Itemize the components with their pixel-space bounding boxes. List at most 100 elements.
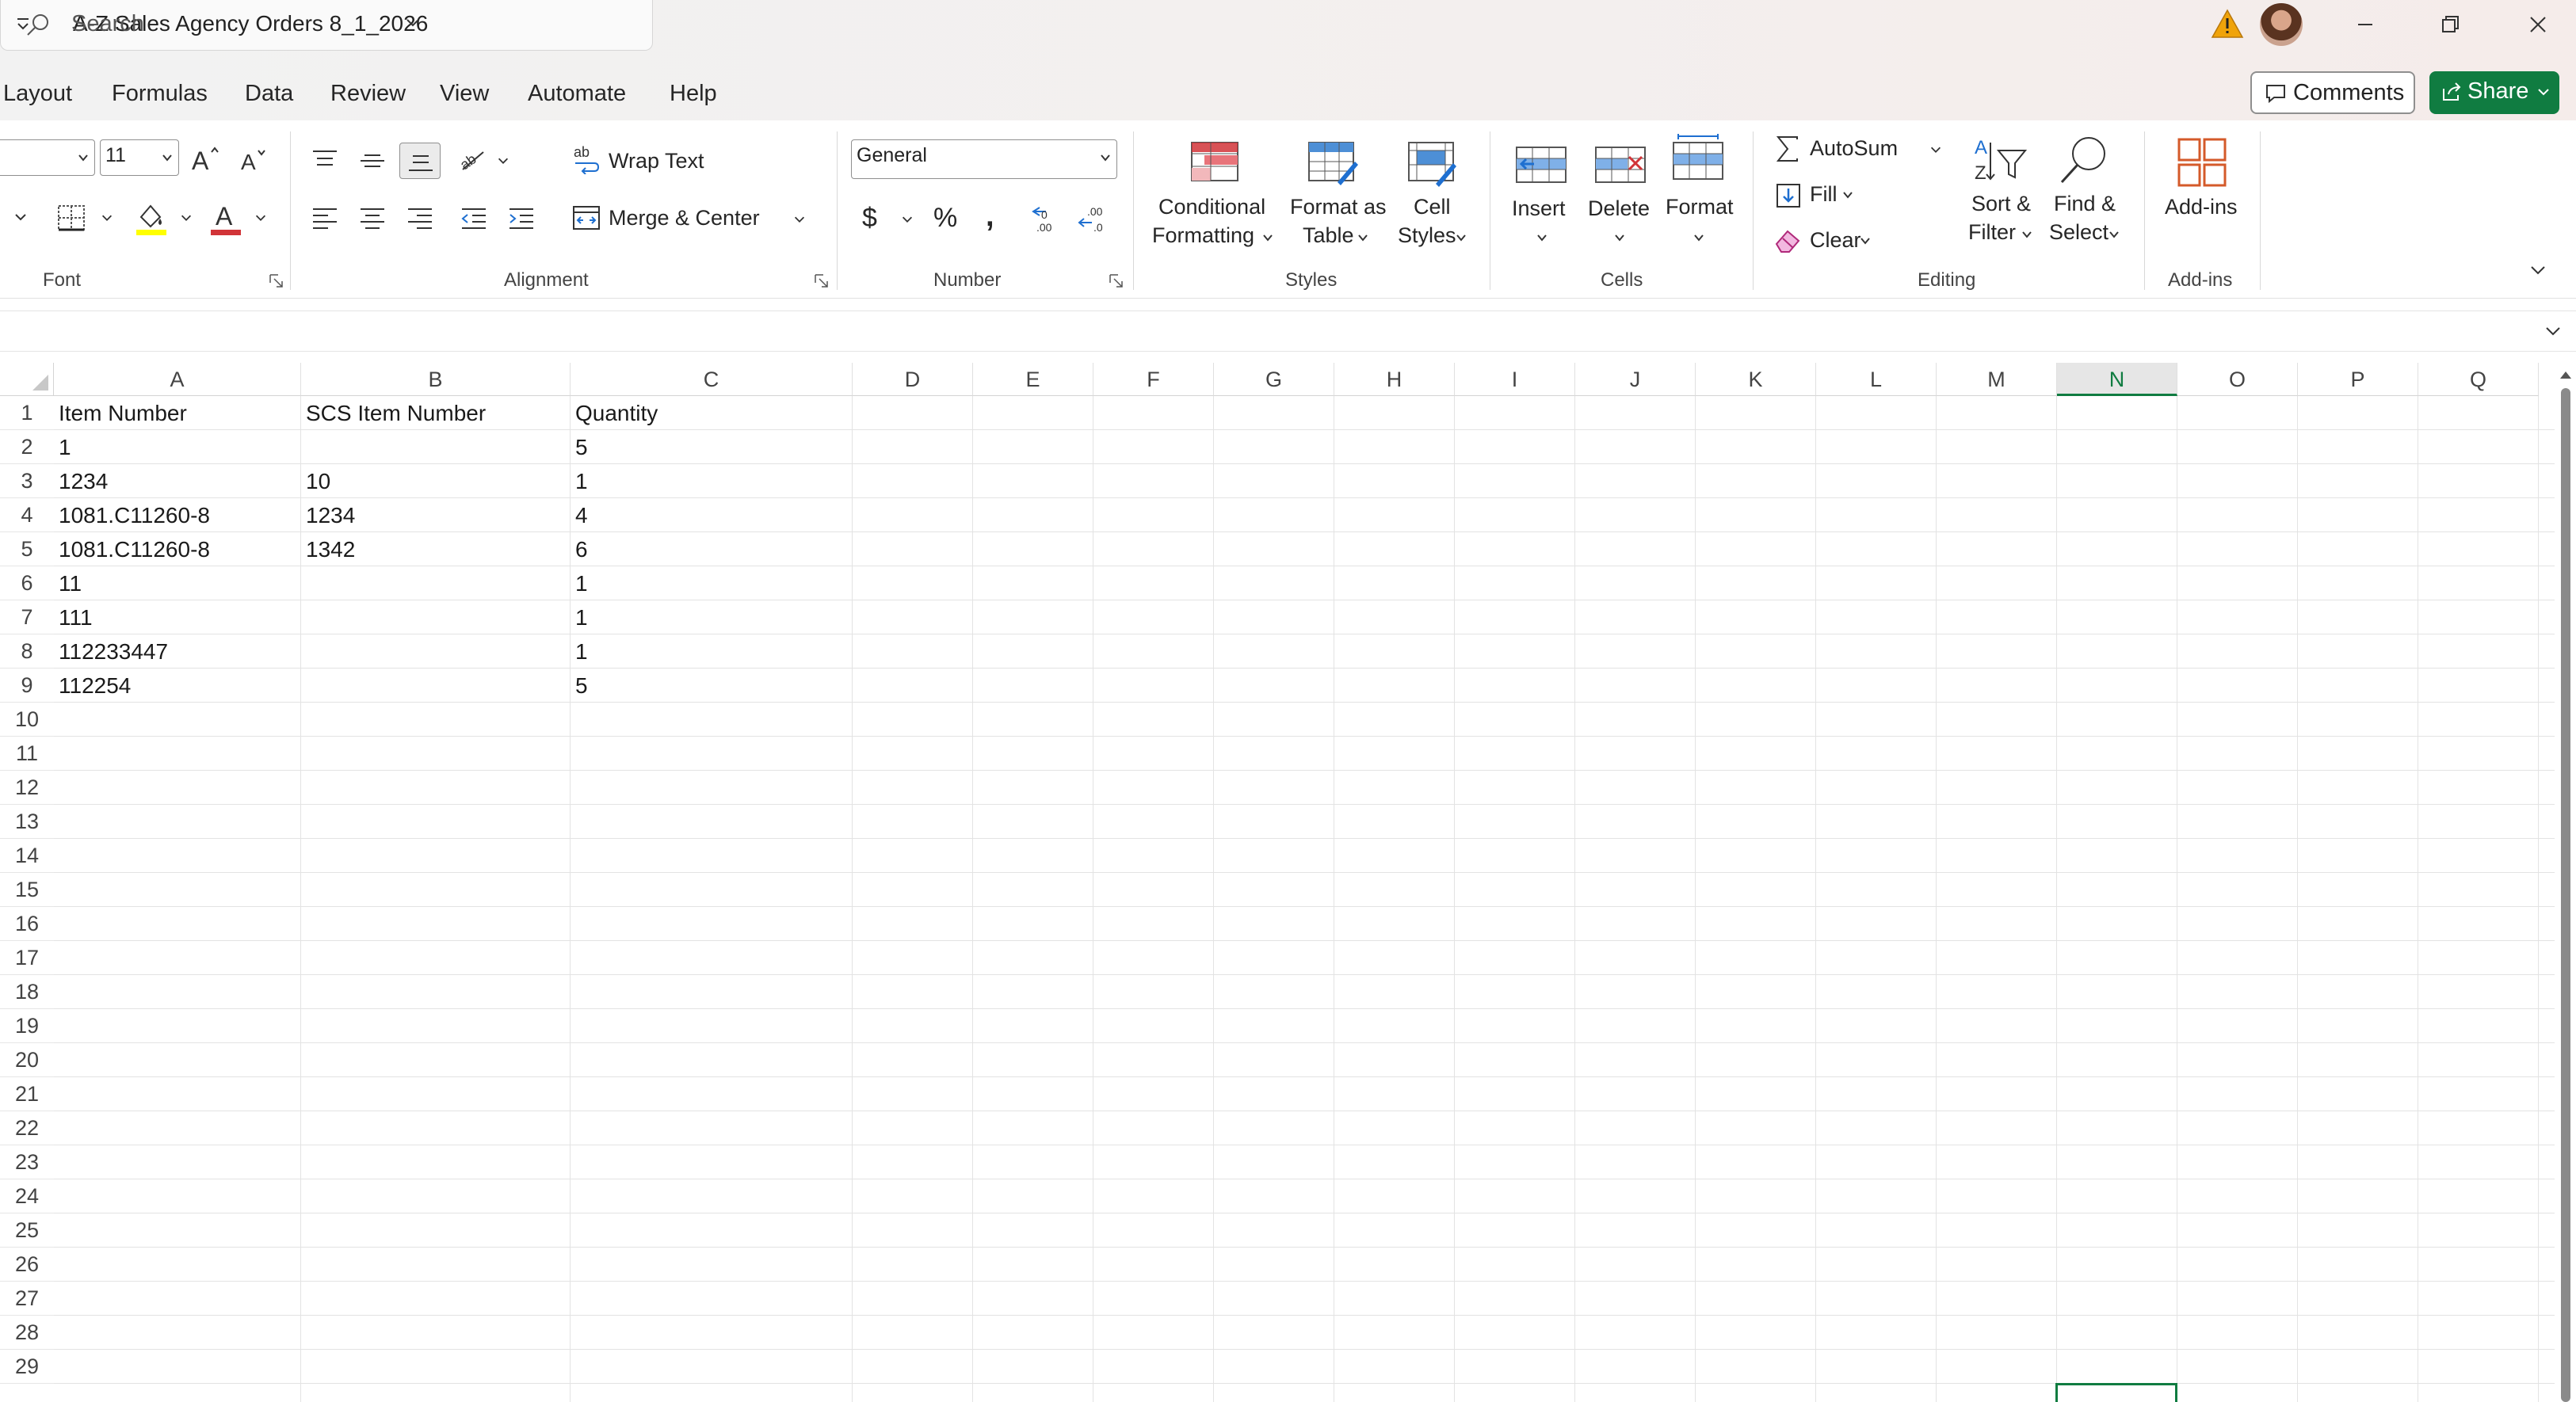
accounting-format-icon[interactable]: $ <box>862 203 877 234</box>
row-header[interactable]: 18 <box>0 975 54 1009</box>
column-header-j[interactable]: J <box>1575 363 1696 396</box>
increase-decimal-icon[interactable]: 0 .00 <box>1030 203 1065 233</box>
scrollbar-thumb[interactable] <box>2561 388 2570 1402</box>
row-header[interactable]: 16 <box>0 907 54 941</box>
cell-a6[interactable]: 11 <box>54 566 300 600</box>
percent-style-icon[interactable]: % <box>933 203 957 234</box>
font-size-dropdown[interactable]: 11 <box>100 139 179 176</box>
row-header[interactable]: 15 <box>0 873 54 907</box>
column-header-o[interactable]: O <box>2177 363 2298 396</box>
chevron-down-icon[interactable] <box>403 13 423 33</box>
row-header[interactable]: 23 <box>0 1145 54 1179</box>
column-header-m[interactable]: M <box>1937 363 2057 396</box>
cell-a8[interactable]: 112233447 <box>54 634 300 669</box>
cell-a9[interactable]: 112254 <box>54 669 300 703</box>
chevron-down-icon[interactable] <box>1929 143 1943 157</box>
align-right-icon[interactable] <box>406 206 434 230</box>
dialog-launcher-icon[interactable] <box>813 272 830 290</box>
column-header-i[interactable]: I <box>1455 363 1575 396</box>
cell-c1[interactable]: Quantity <box>571 396 851 430</box>
chevron-down-icon[interactable] <box>254 211 268 225</box>
cell-a7[interactable]: 111 <box>54 600 300 634</box>
decrease-font-size-icon[interactable]: A <box>239 147 268 173</box>
font-name-dropdown[interactable] <box>0 139 95 176</box>
format-button[interactable]: Format <box>1661 131 1738 255</box>
align-center-icon[interactable] <box>358 206 387 230</box>
cell-a5[interactable]: 1081.C11260-8 <box>54 532 300 566</box>
merge-center-label[interactable]: Merge & Center <box>609 206 760 230</box>
column-header-a[interactable]: A <box>54 363 301 396</box>
select-all-corner[interactable] <box>0 363 54 396</box>
delete-button[interactable]: Delete <box>1583 136 1656 255</box>
row-header[interactable]: 26 <box>0 1248 54 1282</box>
column-header-d[interactable]: D <box>853 363 973 396</box>
cell-c3[interactable]: 1 <box>571 464 851 498</box>
chevron-down-icon[interactable] <box>1859 234 1872 247</box>
minimize-icon[interactable] <box>2345 5 2385 44</box>
row-header[interactable]: 12 <box>0 771 54 805</box>
cell-c7[interactable]: 1 <box>571 600 851 634</box>
row-header[interactable]: 29 <box>0 1350 54 1384</box>
row-header[interactable]: 5 <box>0 532 54 566</box>
autosum-icon[interactable] <box>1775 135 1802 163</box>
row-header[interactable]: 14 <box>0 839 54 873</box>
row-header[interactable]: 8 <box>0 634 54 669</box>
column-header-k[interactable]: K <box>1696 363 1816 396</box>
merge-center-icon[interactable] <box>572 204 601 231</box>
warning-icon[interactable] <box>2211 8 2244 40</box>
chevron-down-icon[interactable] <box>496 154 510 168</box>
tab-help[interactable]: Help <box>670 81 717 107</box>
fill-label[interactable]: Fill <box>1810 182 1838 207</box>
close-icon[interactable] <box>2518 5 2558 44</box>
row-header[interactable]: 28 <box>0 1316 54 1350</box>
expand-formula-bar-icon[interactable] <box>2541 319 2565 343</box>
row-header[interactable]: 17 <box>0 941 54 975</box>
align-left-icon[interactable] <box>311 206 339 230</box>
cell-c9[interactable]: 5 <box>571 669 851 703</box>
column-header-b[interactable]: B <box>301 363 571 396</box>
row-header[interactable]: 21 <box>0 1077 54 1111</box>
cell-styles-button[interactable]: Cell Styles <box>1391 136 1474 255</box>
chevron-down-icon[interactable] <box>13 209 29 225</box>
fill-down-icon[interactable] <box>1775 182 1802 209</box>
dialog-launcher-icon[interactable] <box>1108 272 1125 290</box>
cell-a3[interactable]: 1234 <box>54 464 300 498</box>
row-header[interactable]: 11 <box>0 737 54 771</box>
sort-filter-button[interactable]: A Z Sort & Filter <box>1962 133 2036 258</box>
row-header[interactable]: 4 <box>0 498 54 532</box>
row-header[interactable]: 20 <box>0 1043 54 1077</box>
chevron-down-icon[interactable] <box>100 211 114 225</box>
find-select-button[interactable]: Find & Select <box>2044 133 2124 258</box>
borders-icon[interactable] <box>55 203 87 233</box>
top-align-icon[interactable] <box>311 149 339 173</box>
collapse-ribbon-icon[interactable] <box>2528 260 2548 280</box>
column-header-l[interactable]: L <box>1816 363 1937 396</box>
tab-automate[interactable]: Automate <box>528 81 626 107</box>
chevron-down-icon[interactable] <box>2536 84 2551 100</box>
row-header[interactable]: 24 <box>0 1179 54 1213</box>
cell-c8[interactable]: 1 <box>571 634 851 669</box>
restore-icon[interactable] <box>2431 5 2471 44</box>
row-header[interactable]: 3 <box>0 464 54 498</box>
cell-c2[interactable]: 5 <box>571 430 851 464</box>
eraser-icon[interactable] <box>1773 227 1803 255</box>
orientation-icon[interactable]: ab <box>456 144 488 176</box>
tab-layout[interactable]: Layout <box>3 81 72 107</box>
chevron-down-icon[interactable] <box>1841 189 1854 201</box>
share-button[interactable]: Share <box>2429 71 2559 114</box>
row-header[interactable]: 13 <box>0 805 54 839</box>
insert-button[interactable]: Insert <box>1506 136 1577 255</box>
worksheet-grid[interactable]: A B C D E F G H I J K L M N O P Q 1 2 3 4 5 6 7 8 9 10 11 12 13 14 15 16… <box>0 363 2559 1402</box>
cell-c5[interactable]: 6 <box>571 532 851 566</box>
cell-a4[interactable]: 1081.C11260-8 <box>54 498 300 532</box>
row-header[interactable]: 7 <box>0 600 54 634</box>
row-header[interactable]: 10 <box>0 703 54 737</box>
row-header[interactable]: 25 <box>0 1213 54 1248</box>
conditional-formatting-button[interactable]: Conditional Formatting <box>1149 136 1277 255</box>
row-header[interactable]: 2 <box>0 430 54 464</box>
column-header-g[interactable]: G <box>1214 363 1334 396</box>
increase-font-size-icon[interactable]: A <box>190 144 222 173</box>
column-header-n[interactable]: N <box>2057 363 2177 396</box>
cell-b4[interactable]: 1234 <box>301 498 569 532</box>
row-header[interactable]: 9 <box>0 669 54 703</box>
